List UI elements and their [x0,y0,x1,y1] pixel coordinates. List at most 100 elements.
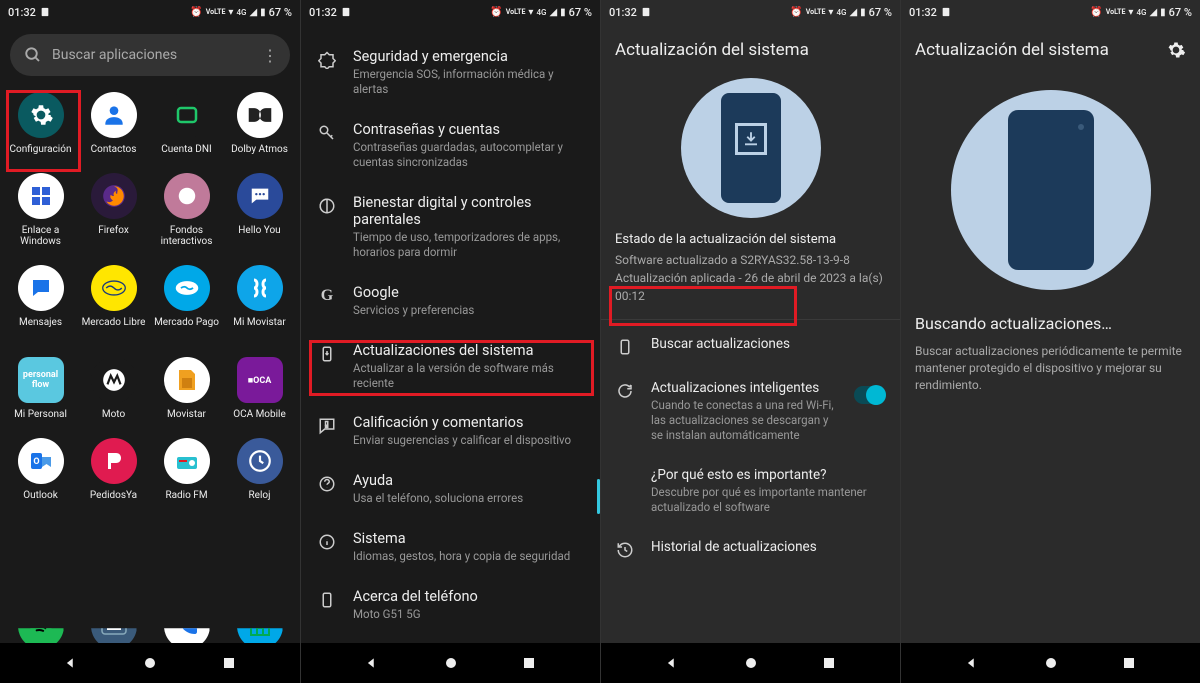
update-row-2[interactable]: ¿Por qué esto es importante? Descubre po… [601,455,900,527]
settings-row-wellbeing[interactable]: Bienestar digital y controles parentales… [301,182,600,272]
nav-back[interactable] [964,655,980,671]
app-moto[interactable]: Moto [79,357,148,420]
wifi-icon: ▾ [828,7,833,18]
app-mercado-pago[interactable]: Mercado Pago [152,265,221,339]
update-row-3[interactable]: Historial de actualizaciones [601,527,900,571]
settings-title: Calificación y comentarios [353,414,586,431]
app-icon [18,92,64,138]
search-apps-bar[interactable]: Buscar aplicaciones ⋮ [10,34,290,76]
app-mercado-libre[interactable]: Mercado Libre [79,265,148,339]
app-mensajes[interactable]: Mensajes [6,265,75,339]
panel-system-update-status: 01:32 ⏰ VoLTE ▾ 4G ◢ ▮ 67 % Actualizació… [600,0,900,683]
app-contactos[interactable]: Contactos [79,92,148,155]
update-row-1[interactable]: Actualizaciones inteligentes Cuando te c… [601,368,900,455]
status-bar: 01:32 ⏰ VoLTE ▾ 4G ◢ ▮ 67 % [601,0,900,24]
app-label: OCA Mobile [233,409,286,420]
gear-icon[interactable] [1166,40,1186,60]
status-bar: 01:32 ⏰ VoLTE ▾ 4G ◢ ▮ 67 % [301,0,600,24]
app-enlace-a-windows[interactable]: Enlace a Windows [6,173,75,247]
app-icon [164,92,210,138]
update-illustration [601,70,900,232]
more-icon[interactable]: ⋮ [258,46,282,65]
app-grid: Configuración Contactos Cuenta DNI Dolby… [0,84,300,501]
settings-row-google[interactable]: G Google Servicios y preferencias [301,272,600,330]
app-label: Mercado Libre [82,317,146,339]
nav-home[interactable] [1043,655,1059,671]
app-hello-you[interactable]: Hello You [225,173,294,247]
settings-row-info[interactable]: Sistema Idiomas, gestos, hora y copia de… [301,518,600,576]
app-dolby-atmos[interactable]: Dolby Atmos [225,92,294,155]
settings-subtitle: Usa el teléfono, soluciona errores [353,491,586,506]
status-time: 01:32 [909,6,937,19]
app-label: Radio FM [165,490,207,501]
app-icon [91,92,137,138]
settings-row-feedback[interactable]: Calificación y comentarios Enviar sugere… [301,402,600,460]
app-mi-personal[interactable]: personalflow Mi Personal [6,357,75,420]
alarm-icon: ⏰ [490,7,502,18]
row-title: Buscar actualizaciones [651,336,886,352]
app-oca-mobile[interactable]: ■OCA OCA Mobile [225,357,294,420]
app-reloj[interactable]: Reloj [225,438,294,501]
search-placeholder: Buscar aplicaciones [52,47,248,63]
nav-recent[interactable] [221,655,237,671]
nav-recent[interactable] [521,655,537,671]
settings-subtitle: Enviar sugerencias y calificar el dispos… [353,433,586,448]
app-icon [164,265,210,311]
volte-icon: VoLTE [506,8,526,16]
app-cuenta-dni[interactable]: Cuenta DNI [152,92,221,155]
settings-row-help[interactable]: Ayuda Usa el teléfono, soluciona errores [301,460,600,518]
4g-icon: 4G [236,8,246,17]
nav-back[interactable] [364,655,380,671]
app-mi-movistar[interactable]: Mi Movistar [225,265,294,339]
settings-subtitle: Actualizar a la versión de software más … [353,361,586,391]
searching-desc: Buscar actualizaciones periódicamente te… [915,343,1186,393]
nav-home[interactable] [142,655,158,671]
settings-title: Google [353,284,586,301]
settings-row-medical[interactable]: Seguridad y emergencia Emergencia SOS, i… [301,36,600,109]
nav-bar [901,643,1200,683]
download-icon [742,130,760,148]
app-label: PedidosYa [90,490,137,501]
settings-row-key[interactable]: Contraseñas y cuentas Contraseñas guarda… [301,109,600,182]
battery-pct: 67 % [569,6,592,19]
nav-recent[interactable] [821,655,837,671]
nav-back[interactable] [664,655,680,671]
page-title: Actualización del sistema [615,40,809,60]
battery-icon: ▮ [260,7,266,18]
battery-pct: 67 % [269,6,292,19]
nav-recent[interactable] [1121,655,1137,671]
nav-back[interactable] [63,655,79,671]
signal-icon: ◢ [849,7,857,18]
page-header: Actualización del sistema [901,24,1200,70]
app-outlook[interactable]: O Outlook [6,438,75,501]
settings-row-about[interactable]: Acerca del teléfono Moto G51 5G [301,576,600,634]
app-label: Dolby Atmos [231,144,288,155]
alarm-icon: ⏰ [1090,7,1102,18]
4g-icon: 4G [1136,8,1146,17]
app-fondos-interactivos[interactable]: Fondos interactivos [152,173,221,247]
key-icon [317,123,337,143]
app-radio-fm[interactable]: Radio FM [152,438,221,501]
app-configuración[interactable]: Configuración [6,92,75,155]
settings-row-phone-update[interactable]: Actualizaciones del sistema Actualizar a… [301,330,600,403]
panel-app-drawer: 01:32 ⏰ VoLTE ▾ 4G ◢ ▮ 67 % Buscar aplic… [0,0,300,683]
app-icon: personalflow [18,357,64,403]
4g-icon: 4G [836,8,846,17]
settings-subtitle: Moto G51 5G [353,607,586,622]
nav-home[interactable] [743,655,759,671]
update-row-0[interactable]: Buscar actualizaciones [601,324,900,368]
status-time: 01:32 [609,6,637,19]
app-label: Mi Movistar [233,317,286,328]
smart-updates-toggle[interactable] [854,386,886,404]
app-icon [237,265,283,311]
app-pedidosya[interactable]: PedidosYa [79,438,148,501]
app-movistar[interactable]: Movistar [152,357,221,420]
wifi-icon: ▾ [528,7,533,18]
update-illustration [901,70,1200,314]
app-firefox[interactable]: Firefox [79,173,148,247]
nav-home[interactable] [443,655,459,671]
app-label: Firefox [98,225,129,236]
sim-icon [641,7,651,17]
battery-icon: ▮ [1160,7,1166,18]
panel-searching-updates: 01:32 ⏰ VoLTE ▾ 4G ◢ ▮ 67 % Actualizació… [900,0,1200,683]
